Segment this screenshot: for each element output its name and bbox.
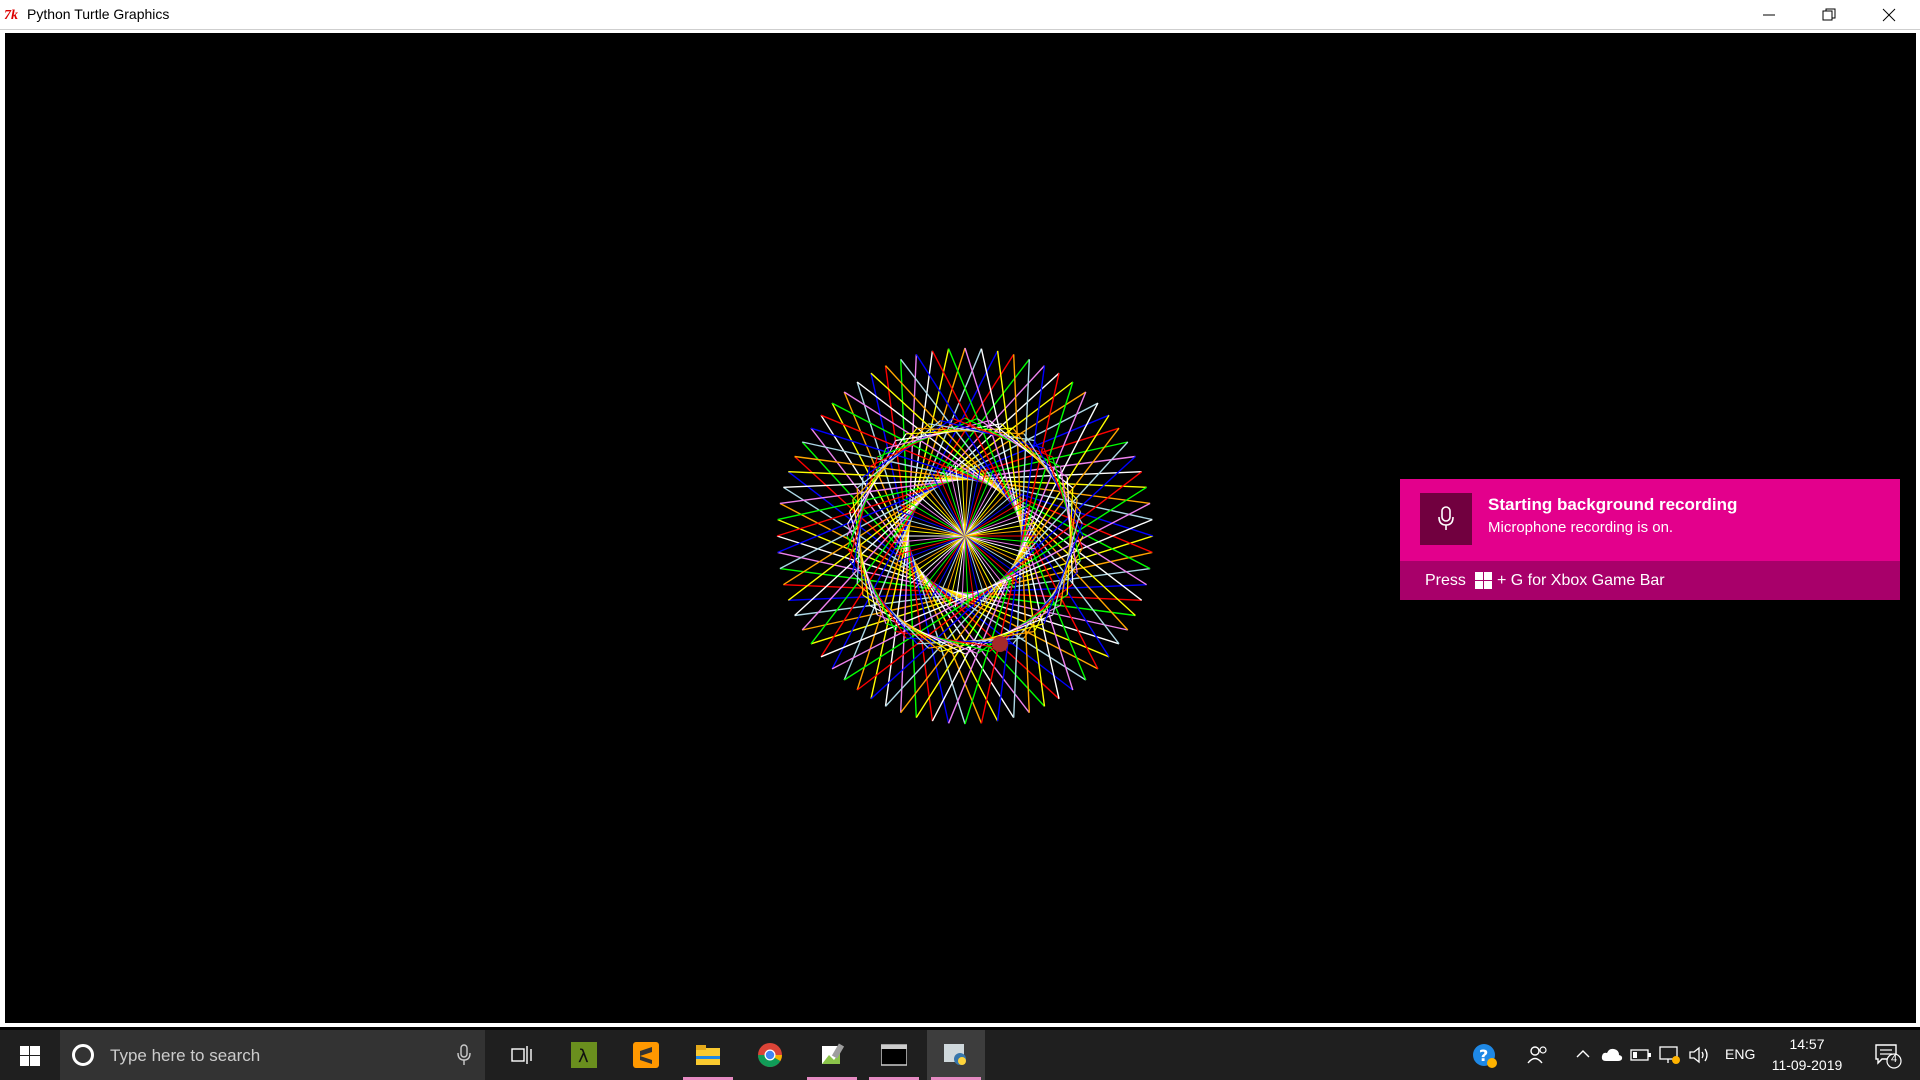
language-label: ENG (1725, 1046, 1756, 1062)
language-button[interactable]: ENG (1717, 1030, 1759, 1080)
network-tray-button[interactable] (1657, 1030, 1683, 1080)
file-explorer-icon (696, 1045, 720, 1065)
turtle-cursor (992, 636, 1008, 652)
battery-icon (1630, 1049, 1651, 1061)
start-button[interactable] (0, 1030, 58, 1080)
footer-press-label: Press (1425, 572, 1466, 589)
help-icon: ? (1473, 1044, 1497, 1068)
notification-title: Starting background recording (1488, 495, 1738, 514)
minimize-button[interactable] (1740, 0, 1798, 30)
taskbar-app-python-turtle[interactable] (927, 1030, 985, 1080)
taskbar: Type here to search λ ? ENG 14:57 11-09-… (0, 1030, 1920, 1080)
notification-icon-box (1420, 493, 1472, 545)
notification-count-badge: 4 (1891, 1053, 1898, 1065)
windows-start-icon (20, 1046, 40, 1066)
image-editor-icon (822, 1043, 845, 1064)
search-microphone-icon[interactable] (456, 1044, 472, 1066)
notification-subtitle: Microphone recording is on. (1488, 519, 1674, 536)
search-placeholder: Type here to search (110, 1046, 261, 1065)
window-title: Python Turtle Graphics (27, 6, 170, 22)
windows-logo-icon (1475, 572, 1492, 589)
taskbar-app-image-editor[interactable] (803, 1030, 861, 1080)
people-tray-button[interactable] (1523, 1030, 1553, 1080)
help-tray-button[interactable]: ? (1470, 1030, 1500, 1080)
chevron-up-icon (1576, 1050, 1590, 1058)
battery-tray-button[interactable] (1628, 1030, 1654, 1080)
chrome-icon (758, 1043, 782, 1068)
task-view-button[interactable] (497, 1030, 545, 1080)
task-view-icon (511, 1046, 532, 1064)
clock-date: 11-09-2019 (1771, 1057, 1843, 1073)
volume-tray-button[interactable] (1686, 1030, 1712, 1080)
taskbar-app-chrome[interactable] (741, 1030, 799, 1080)
cloud-sync-icon (1601, 1048, 1623, 1061)
notification-footer[interactable]: Press + G for Xbox Game Bar (1400, 561, 1900, 600)
sublime-text-icon (633, 1042, 659, 1068)
network-icon (1659, 1046, 1680, 1064)
lambda-app-icon: λ (571, 1042, 597, 1068)
clock-time: 14:57 (1789, 1036, 1825, 1052)
close-icon (1882, 8, 1896, 22)
taskbar-app-explorer[interactable] (679, 1030, 737, 1080)
notification-center-icon (1875, 1044, 1902, 1069)
terminal-icon (881, 1044, 907, 1066)
microphone-icon (1438, 506, 1454, 530)
svg-text:7k: 7k (4, 8, 18, 22)
recording-notification[interactable]: Starting background recording Microphone… (1400, 479, 1900, 600)
show-hidden-icons-button[interactable] (1572, 1030, 1596, 1080)
close-button[interactable] (1860, 0, 1918, 30)
footer-shortcut-text: + G for Xbox Game Bar (1497, 572, 1665, 589)
python-turtle-icon (944, 1044, 966, 1065)
taskbar-app-terminal[interactable] (865, 1030, 923, 1080)
search-box[interactable]: Type here to search (60, 1030, 485, 1080)
onedrive-tray-button[interactable] (1599, 1030, 1625, 1080)
taskbar-app-lambda[interactable]: λ (555, 1030, 613, 1080)
speaker-icon (1689, 1046, 1708, 1064)
svg-text:λ: λ (578, 1046, 589, 1067)
restore-button[interactable] (1800, 0, 1858, 30)
cortana-icon (72, 1044, 94, 1066)
taskbar-app-sublime[interactable] (617, 1030, 675, 1080)
restore-icon (1822, 8, 1836, 21)
minimize-icon (1763, 14, 1775, 16)
title-bar: 7k Python Turtle Graphics (0, 0, 1920, 30)
clock-button[interactable]: 14:57 11-09-2019 (1762, 1030, 1852, 1080)
action-center-button[interactable]: 4 (1862, 1030, 1912, 1080)
svg-text:?: ? (1479, 1046, 1488, 1065)
people-icon (1527, 1046, 1547, 1064)
tk-feather-icon: 7k (4, 8, 18, 22)
